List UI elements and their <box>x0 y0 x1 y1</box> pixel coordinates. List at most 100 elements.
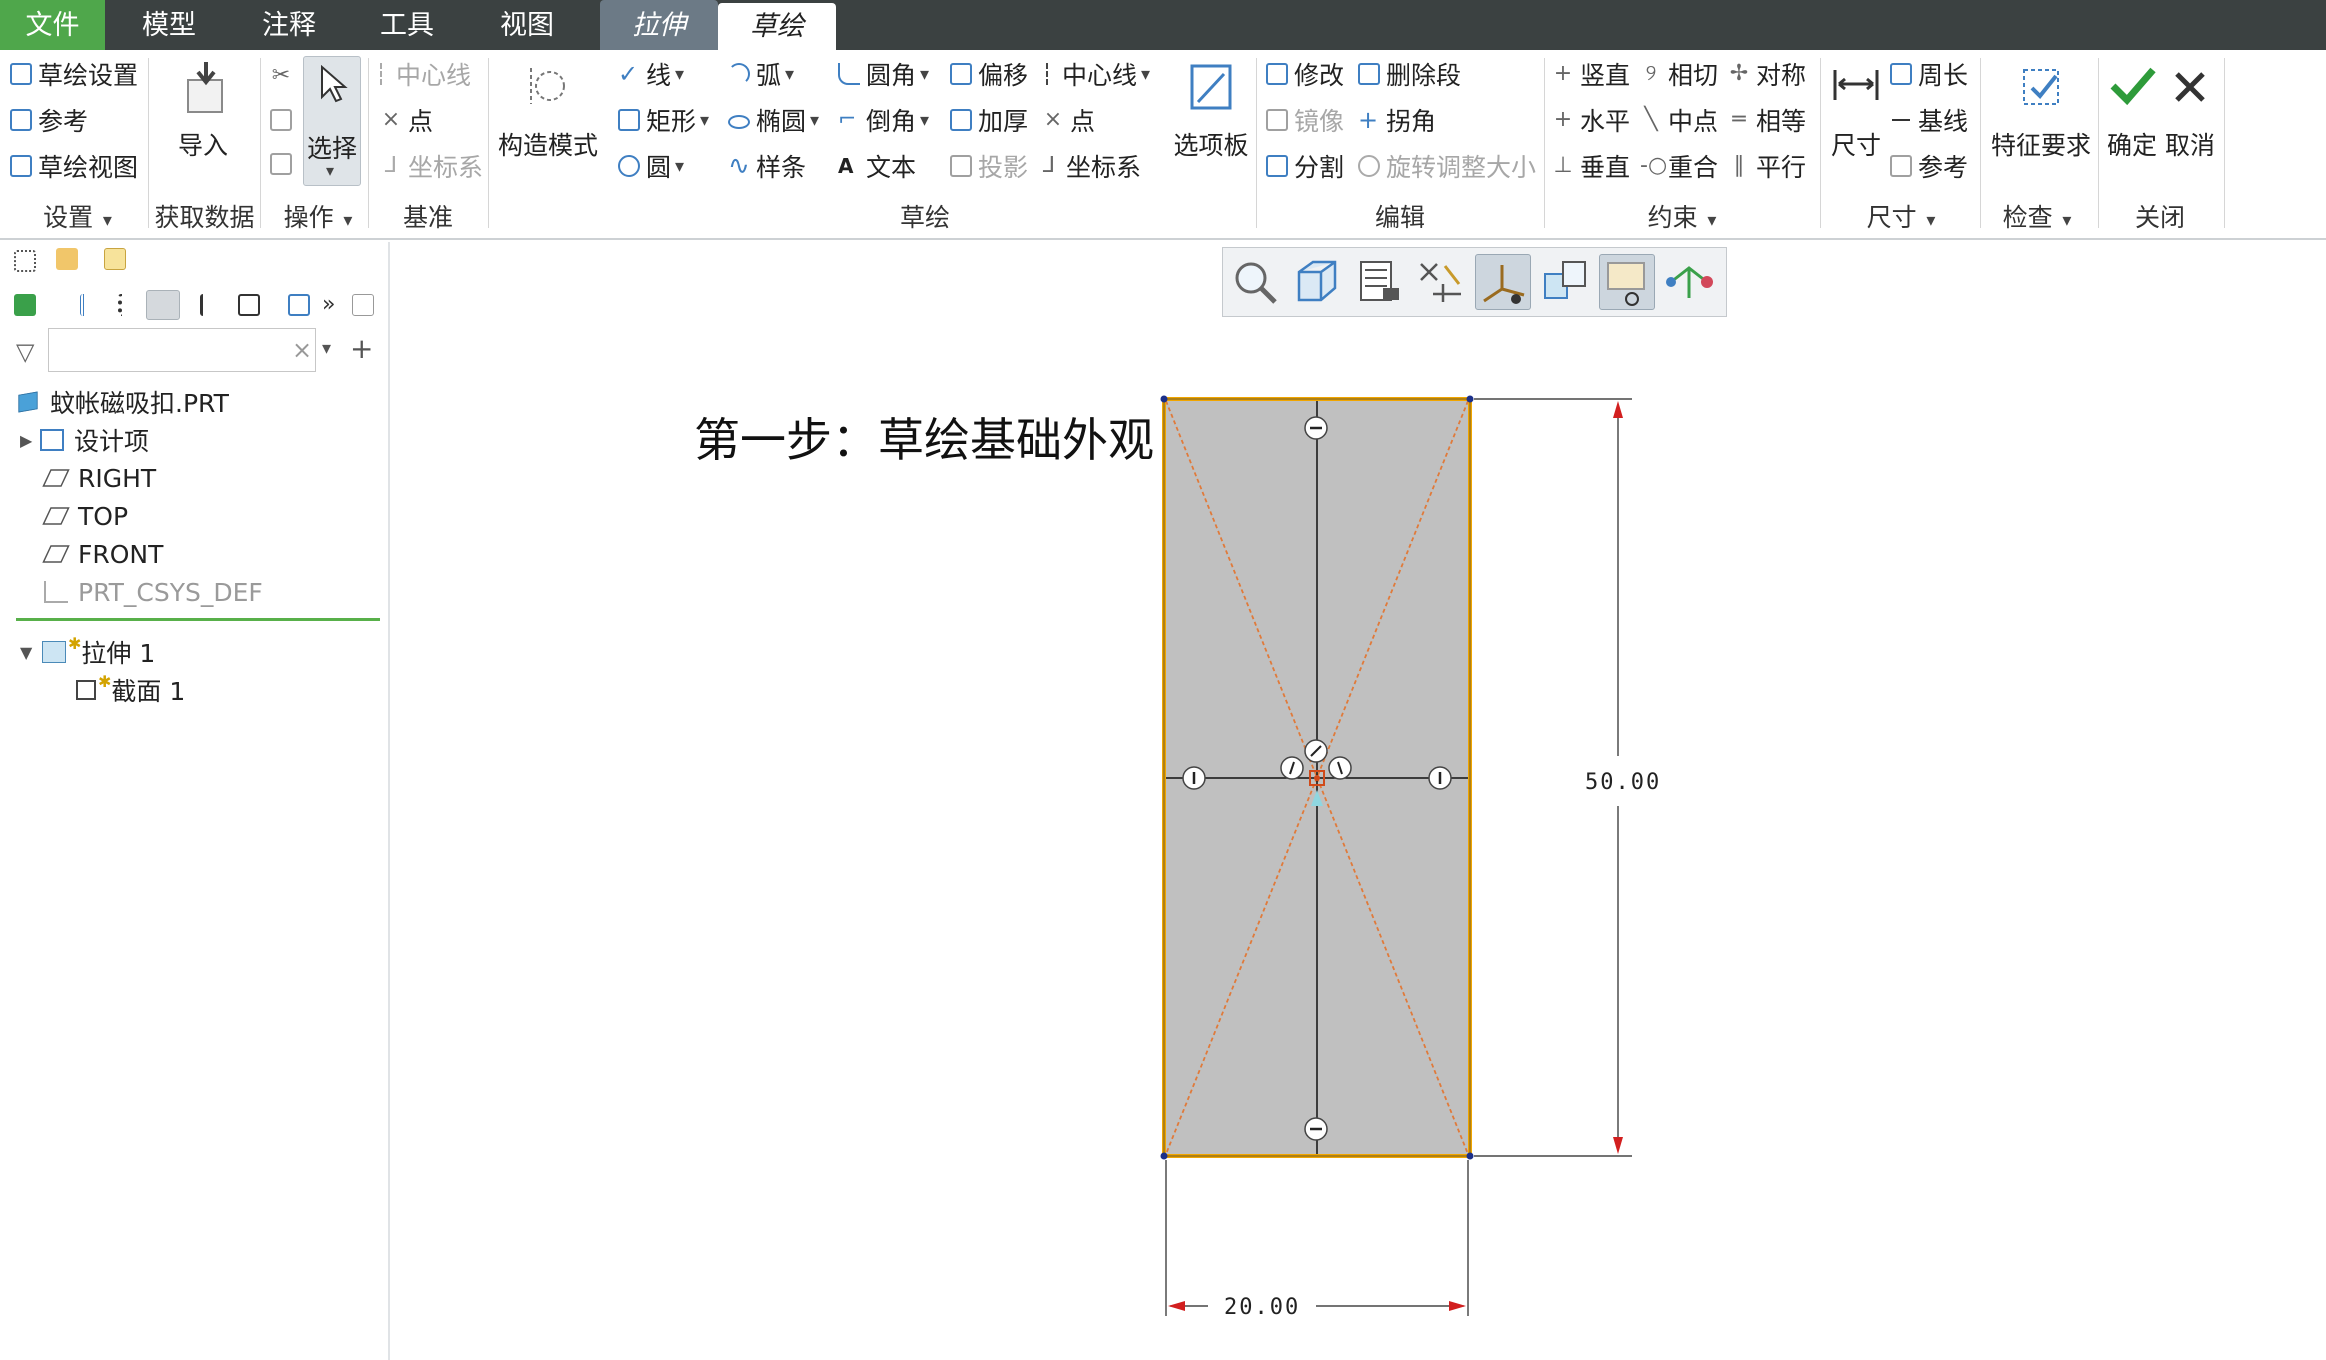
add-icon[interactable]: + <box>350 332 373 365</box>
tab-model[interactable]: 模型 <box>110 0 228 50</box>
midpoint-constraint-icon[interactable] <box>1304 739 1328 763</box>
clear-icon[interactable]: × <box>292 336 312 364</box>
dimension-button[interactable]: 尺寸 <box>1826 60 1886 162</box>
vertex-point[interactable] <box>1466 395 1474 403</box>
references-button[interactable]: 参考 <box>10 102 88 138</box>
tab-view[interactable]: 视图 <box>468 0 586 50</box>
sort-icon[interactable] <box>200 294 222 316</box>
tangent-constraint-button[interactable]: ୨ 相切 <box>1640 56 1719 92</box>
spline-button[interactable]: ∿ 样条 <box>728 148 806 184</box>
sketch-rectangle[interactable] <box>1162 397 1472 1158</box>
tree-search-input[interactable] <box>48 328 316 372</box>
cut-button[interactable]: ✂ <box>270 58 298 94</box>
perpendicular-constraint-button[interactable]: ⊥ 垂直 <box>1552 148 1630 184</box>
delete-segment-button[interactable]: 删除段 <box>1358 56 1461 92</box>
construction-line[interactable] <box>1165 400 1469 1155</box>
group-inspect[interactable]: 检查 <box>1982 200 2092 236</box>
modify-button[interactable]: 修改 <box>1266 56 1344 92</box>
origin-icon[interactable] <box>1309 770 1325 786</box>
tree-item-part[interactable]: 蚊帐磁吸扣.PRT <box>16 384 229 420</box>
insert-here-divider[interactable] <box>16 618 380 621</box>
overlapping-geometry-icon[interactable] <box>1661 254 1717 310</box>
horizontal-constraint-icon[interactable] <box>1304 416 1328 440</box>
shade-closed-loops-icon[interactable] <box>1599 254 1655 310</box>
zoom-icon[interactable] <box>1227 254 1283 310</box>
select-button[interactable]: 选择 ▾ <box>303 56 361 186</box>
baseline-button[interactable]: 基线 <box>1890 102 1968 138</box>
favorites-icon[interactable] <box>104 248 126 270</box>
settings-tree-icon[interactable] <box>238 294 260 316</box>
tree-item-section[interactable]: ✱ 截面 1 <box>76 672 185 708</box>
cancel-button[interactable]: 取消 <box>2162 60 2218 162</box>
copy-button[interactable] <box>270 102 298 138</box>
perimeter-button[interactable]: 周长 <box>1890 56 1968 92</box>
sketch-view-button[interactable]: 草绘视图 <box>10 148 138 184</box>
horizontal-constraint-icon[interactable] <box>1304 1117 1328 1141</box>
chamfer-button[interactable]: ⌐ 倒角 <box>838 102 929 138</box>
tree-item-front-plane[interactable]: FRONT <box>42 536 163 572</box>
symmetric-constraint-button[interactable]: ✢ 对称 <box>1728 56 1806 92</box>
vertex-point[interactable] <box>1466 1152 1474 1160</box>
more-icon[interactable]: » <box>322 292 344 317</box>
saved-views-icon[interactable] <box>1351 254 1407 310</box>
datum-point-button[interactable]: × 点 <box>380 102 433 138</box>
display-constraints-icon[interactable] <box>1413 254 1469 310</box>
datum-csys-button[interactable]: ⅃ 坐标系 <box>380 148 483 184</box>
tree-item-top-plane[interactable]: TOP <box>42 498 128 534</box>
tree-item-csys[interactable]: PRT_CSYS_DEF <box>44 574 263 610</box>
show-icon[interactable] <box>14 294 36 316</box>
sketch-orientation-icon[interactable] <box>1537 254 1593 310</box>
text-button[interactable]: A 文本 <box>838 148 916 184</box>
tree-item-design-items[interactable]: ▶ 设计项 <box>20 422 149 458</box>
tree-item-right-plane[interactable]: RIGHT <box>42 460 156 496</box>
sketch-setup-button[interactable]: 草绘设置 <box>10 56 138 92</box>
midpoint-constraint-icon[interactable] <box>1280 756 1304 780</box>
rotate-resize-button[interactable]: 旋转调整大小 <box>1358 148 1536 184</box>
model-tree-icon[interactable] <box>14 250 36 272</box>
arc-button[interactable]: 弧 <box>728 56 794 92</box>
coincident-constraint-button[interactable]: -○ 重合 <box>1640 148 1718 184</box>
sketch-point-button[interactable]: × 点 <box>1042 102 1095 138</box>
expand-icon[interactable] <box>288 294 310 316</box>
width-dimension-value[interactable]: 20.00 <box>1224 1295 1300 1320</box>
ok-button[interactable]: 确定 <box>2104 60 2160 162</box>
vertical-constraint-icon[interactable] <box>1182 766 1206 790</box>
tab-sketch[interactable]: 草绘 <box>718 3 836 50</box>
horizontal-constraint-button[interactable]: + 水平 <box>1552 102 1630 138</box>
tab-tools[interactable]: 工具 <box>348 0 466 50</box>
height-dimension-value[interactable]: 50.00 <box>1585 770 1661 795</box>
thicken-button[interactable]: 加厚 <box>950 102 1028 138</box>
corner-button[interactable]: + 拐角 <box>1358 102 1436 138</box>
circle-button[interactable]: 圆 <box>618 148 684 184</box>
construction-line[interactable] <box>1165 400 1469 1155</box>
tab-extrude[interactable]: 拉伸 <box>600 0 718 50</box>
notes-icon[interactable] <box>352 294 374 316</box>
tab-file[interactable]: 文件 <box>0 0 105 50</box>
datum-display-icon[interactable] <box>1475 254 1531 310</box>
layer-tree-icon[interactable] <box>56 248 78 270</box>
midpoint-constraint-button[interactable]: ╲ 中点 <box>1640 102 1718 138</box>
equal-constraint-button[interactable]: ═ 相等 <box>1728 102 1806 138</box>
ellipse-button[interactable]: 椭圆 <box>728 102 819 138</box>
datum-centerline-button[interactable]: 中心线 <box>380 56 471 92</box>
vertical-constraint-icon[interactable] <box>1428 766 1452 790</box>
palette-button[interactable]: 选项板 <box>1168 60 1254 162</box>
reference-dim-button[interactable]: 参考 <box>1890 148 1968 184</box>
table-view-icon[interactable] <box>146 290 180 320</box>
import-button[interactable]: 导入 <box>160 60 246 162</box>
project-button[interactable]: 投影 <box>950 148 1028 184</box>
paste-button[interactable] <box>270 146 298 182</box>
fillet-button[interactable]: 圆角 <box>838 56 929 92</box>
vertical-constraint-button[interactable]: + 竖直 <box>1552 56 1630 92</box>
group-operations[interactable]: 操作 <box>268 200 368 236</box>
tab-annotate[interactable]: 注释 <box>230 0 348 50</box>
divide-button[interactable]: 分割 <box>1266 148 1344 184</box>
vertex-point[interactable] <box>1160 395 1168 403</box>
feature-requirements-button[interactable]: 特征要求 <box>1986 60 2096 162</box>
rectangle-button[interactable]: 矩形 <box>618 102 709 138</box>
tree-filter-icon[interactable] <box>80 294 102 316</box>
group-setup[interactable]: 设置 <box>10 200 145 236</box>
group-constrain[interactable]: 约束 <box>1546 200 1818 236</box>
sketch-rectangle-fill[interactable] <box>1164 399 1470 1156</box>
offset-button[interactable]: 偏移 <box>950 56 1028 92</box>
